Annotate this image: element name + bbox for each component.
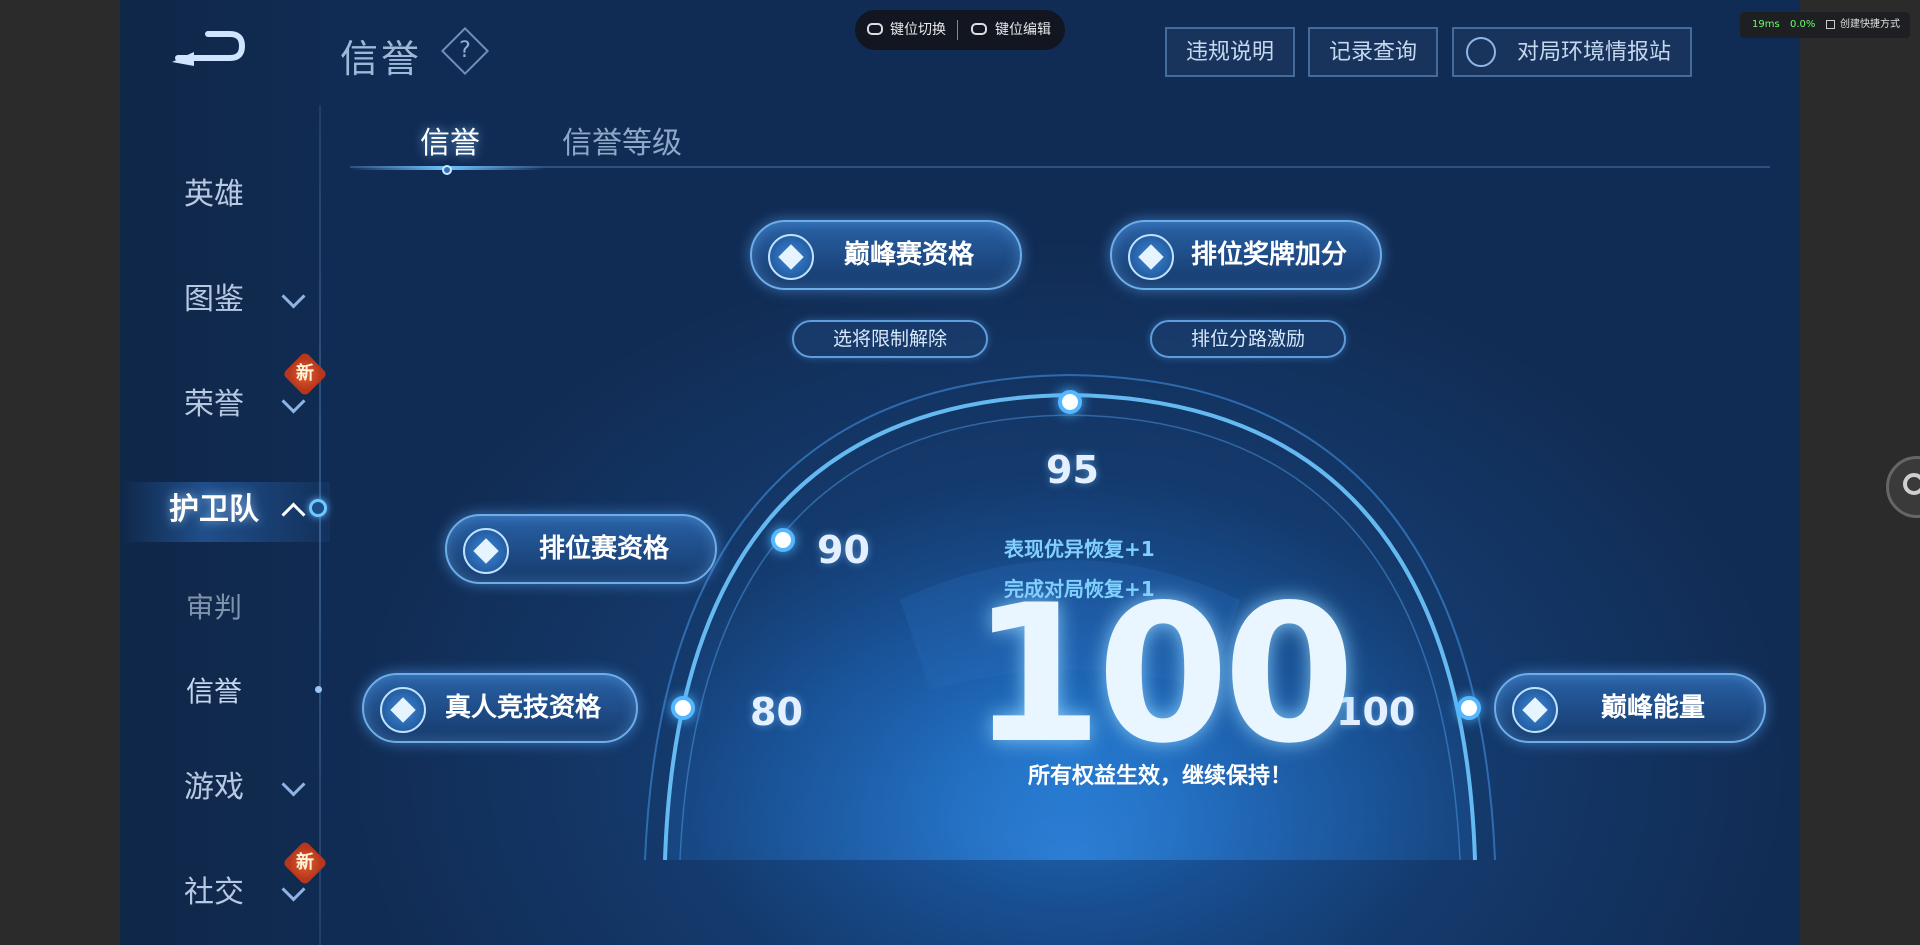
game-window: 信誉 ? 违规说明 记录查询 对局环境情报站 信誉 信誉等级 英雄 图鉴 荣誉 … (120, 0, 1800, 945)
key-edit-button[interactable]: 键位编辑 (995, 10, 1051, 50)
subitem-active-dot (315, 686, 322, 693)
back-button[interactable] (168, 28, 248, 68)
threshold-80-label: 80 (750, 690, 803, 734)
sidebar-subitem-judgement[interactable]: 审判 (120, 578, 320, 638)
real-competitive-pill[interactable]: 真人竞技资格 (362, 673, 638, 743)
violation-rules-button[interactable]: 违规说明 (1165, 27, 1295, 77)
chevron-down-icon (281, 772, 306, 797)
threshold-node-80 (671, 696, 695, 720)
shortcut-icon (1826, 20, 1835, 29)
sidebar-subitem-credit[interactable]: 信誉 (120, 662, 320, 722)
key-switch-button[interactable]: 键位切换 (890, 10, 946, 50)
threshold-node-95 (1058, 390, 1082, 414)
new-badge: 新 (282, 351, 328, 397)
page-title: 信誉 (340, 37, 423, 81)
credit-score: 100 (970, 564, 1356, 785)
match-env-button[interactable]: 对局环境情报站 (1452, 27, 1692, 77)
recover-performance-text: 表现优异恢复+1 (1004, 537, 1155, 561)
threshold-90-label: 90 (817, 528, 870, 572)
help-icon: ? (459, 38, 471, 63)
gamepad-icon (971, 23, 987, 35)
record-query-button[interactable]: 记录查询 (1308, 27, 1438, 77)
peak-energy-pill[interactable]: 巅峰能量 (1494, 673, 1766, 743)
hero-limit-lift-tag[interactable]: 选将限制解除 (792, 320, 988, 358)
create-shortcut-button[interactable]: 创建快捷方式 (1840, 12, 1900, 38)
peak-qualification-pill[interactable]: 巅峰赛资格 (750, 220, 1022, 290)
sidebar-item-guard-team[interactable]: 护卫队 (120, 480, 320, 540)
keybar-divider (957, 20, 958, 40)
threshold-95-label: 95 (1046, 448, 1099, 492)
shield-icon (1466, 37, 1496, 67)
tab-credit-level[interactable]: 信誉等级 (562, 118, 682, 162)
rank-medal-bonus-pill[interactable]: 排位奖牌加分 (1110, 220, 1382, 290)
tab-bar: 信誉 信誉等级 (350, 118, 1770, 175)
new-badge: 新 (282, 840, 328, 886)
chevron-up-icon (281, 502, 306, 527)
sidebar-item-heroes[interactable]: 英雄 (120, 165, 320, 225)
key-mapping-bar: 键位切换 键位编辑 (855, 10, 1065, 50)
tab-indicator-dot (442, 165, 452, 175)
rank-lane-incentive-tag[interactable]: 排位分路激励 (1150, 320, 1346, 358)
sidebar-item-game[interactable]: 游戏 (120, 758, 320, 818)
perf-overlay: 19ms 0.0% 创建快捷方式 (1740, 12, 1910, 38)
ranked-qualification-pill[interactable]: 排位赛资格 (445, 514, 717, 584)
sidebar-item-codex[interactable]: 图鉴 (120, 270, 320, 330)
gamepad-icon (867, 23, 883, 35)
latency-value: 19ms (1752, 19, 1780, 30)
chevron-down-icon (281, 284, 306, 309)
loss-value: 0.0% (1790, 19, 1816, 30)
tab-credit[interactable]: 信誉 (420, 118, 480, 162)
selected-indicator (309, 499, 327, 517)
tab-divider (350, 166, 1770, 168)
floating-tool-button[interactable] (1886, 456, 1920, 518)
credit-status-text: 所有权益生效，继续保持！ (1027, 764, 1292, 789)
gear-icon (1903, 473, 1920, 495)
threshold-node-90 (771, 528, 795, 552)
match-env-label: 对局环境情报站 (1516, 40, 1671, 65)
back-arrow-icon (172, 31, 246, 66)
threshold-node-100 (1457, 696, 1481, 720)
